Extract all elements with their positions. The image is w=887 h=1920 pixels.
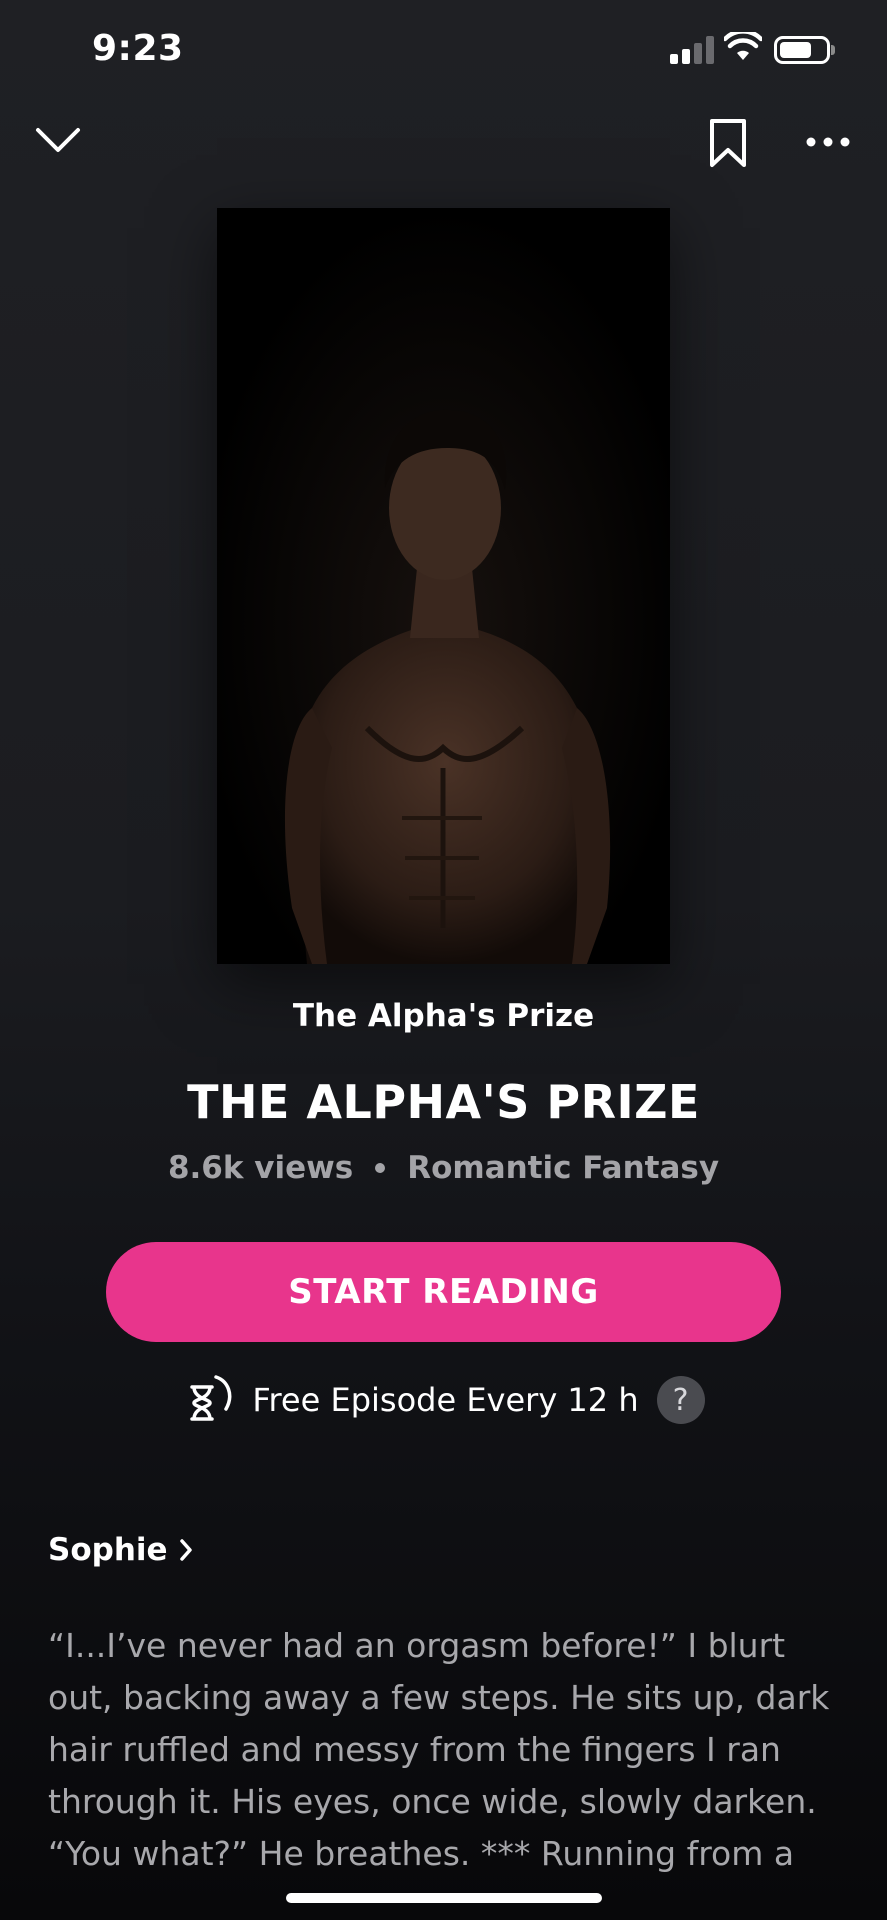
- collapse-button[interactable]: [28, 115, 88, 165]
- free-episode-info: Free Episode Every 12 h ?: [0, 1372, 887, 1428]
- cover-illustration: [217, 208, 670, 964]
- more-options-button[interactable]: [800, 122, 856, 162]
- author-name: Sophie: [48, 1532, 168, 1568]
- chevron-right-icon: [179, 1539, 192, 1561]
- bookmark-button[interactable]: [700, 115, 756, 171]
- more-horizontal-icon: [806, 137, 850, 147]
- book-description: “I...I’ve never had an orgasm before!” I…: [48, 1626, 830, 1873]
- help-button[interactable]: ?: [656, 1376, 705, 1424]
- book-subtitle: The Alpha's Prize: [292, 998, 595, 1034]
- author-link[interactable]: Sophie: [48, 1532, 194, 1568]
- free-episode-text: Free Episode Every 12 h: [252, 1381, 639, 1419]
- book-title: THE ALPHA'S PRIZE: [187, 1075, 700, 1129]
- status-bar: 9:23: [0, 0, 887, 100]
- genre-label[interactable]: Romantic Fantasy: [407, 1150, 719, 1186]
- separator-dot: [375, 1163, 386, 1173]
- book-meta: 8.6k views Romantic Fantasy: [0, 1150, 887, 1186]
- status-time: 9:23: [92, 28, 184, 69]
- book-detail-screen: 9:23 The Alpha's Prize THE ALPHA'S PRIZE…: [0, 0, 887, 1920]
- cover-image[interactable]: [217, 208, 670, 964]
- hourglass-timer-icon: [190, 1375, 232, 1421]
- chevron-down-icon: [36, 128, 80, 152]
- cellular-signal-icon: [670, 36, 714, 64]
- bookmark-icon: [710, 119, 746, 167]
- start-reading-button[interactable]: START READING: [106, 1242, 781, 1342]
- views-count: 8.6k views: [167, 1150, 354, 1186]
- battery-icon: [774, 36, 830, 64]
- battery-level-fill: [780, 42, 811, 58]
- battery-cap: [831, 45, 835, 55]
- wifi-icon: [724, 32, 762, 60]
- home-indicator[interactable]: [286, 1893, 602, 1903]
